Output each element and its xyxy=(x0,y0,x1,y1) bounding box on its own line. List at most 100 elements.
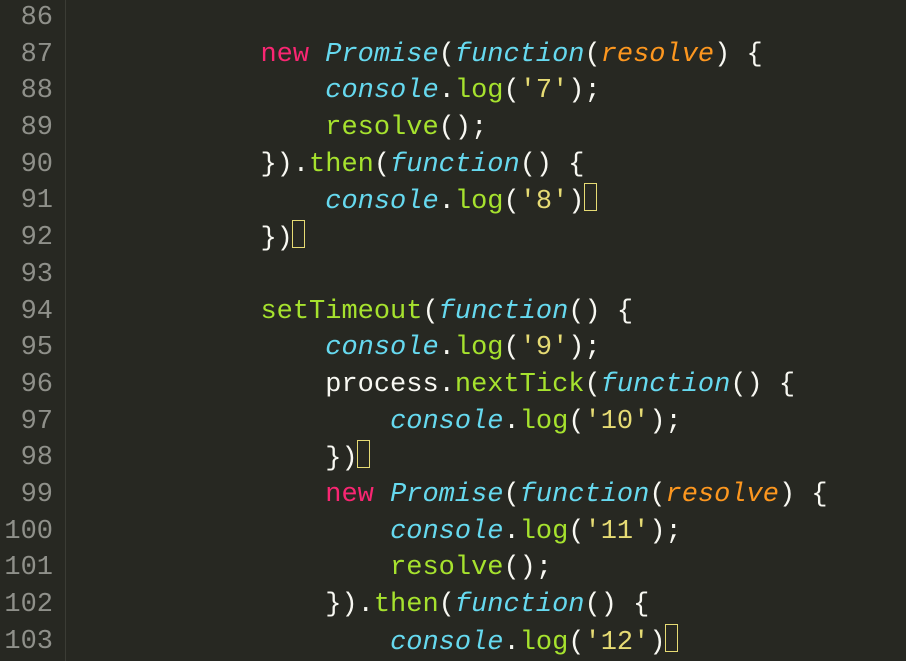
token-funcdecl: function xyxy=(439,297,569,327)
token-str: '7' xyxy=(520,76,569,106)
code-line[interactable]: }).then(function() { xyxy=(66,587,906,624)
token-plain: }) xyxy=(260,224,292,254)
token-plain: process. xyxy=(325,370,455,400)
token-obj: console xyxy=(390,628,503,658)
code-line[interactable]: }).then(function() { xyxy=(66,147,906,184)
code-editor[interactable]: 8687888990919293949596979899100101102103… xyxy=(0,0,906,661)
token-plain: ); xyxy=(649,407,681,437)
token-plain: . xyxy=(439,76,455,106)
line-number: 101 xyxy=(0,550,53,587)
token-call: log xyxy=(455,187,504,217)
line-number: 93 xyxy=(0,257,53,294)
token-plain: ( xyxy=(585,370,601,400)
token-param: resolve xyxy=(666,480,779,510)
token-sp xyxy=(374,480,390,510)
line-number: 102 xyxy=(0,587,53,624)
token-str: '11' xyxy=(585,517,650,547)
code-line[interactable]: resolve(); xyxy=(66,110,906,147)
token-class: Promise xyxy=(325,40,438,70)
line-number: 97 xyxy=(0,404,53,441)
line-number: 92 xyxy=(0,220,53,257)
token-plain: }) xyxy=(325,444,357,474)
token-param: resolve xyxy=(601,40,714,70)
token-funcdecl: function xyxy=(455,40,585,70)
code-line[interactable]: console.log('10'); xyxy=(66,404,906,441)
code-line[interactable]: console.log('8') xyxy=(66,183,906,220)
token-plain: ( xyxy=(374,150,390,180)
line-number-gutter: 8687888990919293949596979899100101102103 xyxy=(0,0,66,661)
token-plain: ( xyxy=(422,297,438,327)
token-call: resolve xyxy=(325,113,438,143)
token-plain: () { xyxy=(585,590,650,620)
token-plain: ( xyxy=(585,40,601,70)
code-line[interactable]: console.log('9'); xyxy=(66,330,906,367)
cursor-indicator xyxy=(357,440,370,468)
token-obj: console xyxy=(390,407,503,437)
token-plain: ); xyxy=(649,517,681,547)
cursor-indicator xyxy=(292,220,305,248)
code-line[interactable]: new Promise(function(resolve) { xyxy=(66,477,906,514)
code-line[interactable] xyxy=(66,0,906,37)
token-funcdecl: function xyxy=(601,370,731,400)
token-str: '9' xyxy=(520,333,569,363)
code-line[interactable]: setTimeout(function() { xyxy=(66,294,906,331)
token-call: setTimeout xyxy=(260,297,422,327)
token-plain: () { xyxy=(568,297,633,327)
token-funcdecl: function xyxy=(390,150,520,180)
code-line[interactable]: resolve(); xyxy=(66,550,906,587)
code-line[interactable]: }) xyxy=(66,220,906,257)
code-line[interactable]: console.log('7'); xyxy=(66,73,906,110)
token-kw: new xyxy=(260,40,309,70)
token-plain: ( xyxy=(503,480,519,510)
token-call: resolve xyxy=(390,553,503,583)
token-plain: ) { xyxy=(779,480,828,510)
line-number: 103 xyxy=(0,624,53,661)
token-obj: console xyxy=(390,517,503,547)
token-call: nextTick xyxy=(455,370,585,400)
code-line[interactable]: console.log('11'); xyxy=(66,514,906,551)
token-plain: (); xyxy=(503,553,552,583)
line-number: 94 xyxy=(0,294,53,331)
token-call: log xyxy=(520,517,569,547)
token-plain: . xyxy=(439,333,455,363)
token-plain: . xyxy=(439,187,455,217)
token-plain: }). xyxy=(325,590,374,620)
token-kw: new xyxy=(325,480,374,510)
code-line[interactable] xyxy=(66,257,906,294)
token-plain: ( xyxy=(503,333,519,363)
code-line[interactable]: new Promise(function(resolve) { xyxy=(66,37,906,74)
line-number: 87 xyxy=(0,37,53,74)
token-plain: ( xyxy=(568,407,584,437)
token-plain: ) xyxy=(649,628,665,658)
token-plain: }). xyxy=(260,150,309,180)
token-call: log xyxy=(455,333,504,363)
code-line[interactable]: process.nextTick(function() { xyxy=(66,367,906,404)
token-sp xyxy=(309,40,325,70)
line-number: 95 xyxy=(0,330,53,367)
token-call: then xyxy=(309,150,374,180)
token-plain: . xyxy=(503,407,519,437)
code-area[interactable]: new Promise(function(resolve) { console.… xyxy=(66,0,906,661)
token-plain: . xyxy=(503,517,519,547)
token-obj: console xyxy=(325,76,438,106)
token-plain: ); xyxy=(568,333,600,363)
line-number: 88 xyxy=(0,73,53,110)
token-plain: (); xyxy=(439,113,488,143)
token-plain: ( xyxy=(649,480,665,510)
cursor-indicator xyxy=(665,624,678,652)
token-plain: ( xyxy=(503,187,519,217)
token-call: log xyxy=(520,628,569,658)
token-plain: ( xyxy=(439,590,455,620)
token-plain: () { xyxy=(520,150,585,180)
token-plain: ( xyxy=(568,517,584,547)
line-number: 89 xyxy=(0,110,53,147)
code-line[interactable]: console.log('12') xyxy=(66,624,906,661)
line-number: 100 xyxy=(0,514,53,551)
token-class: Promise xyxy=(390,480,503,510)
token-plain: () { xyxy=(730,370,795,400)
token-obj: console xyxy=(325,187,438,217)
token-plain: ) { xyxy=(714,40,763,70)
token-plain: ( xyxy=(568,628,584,658)
code-line[interactable]: }) xyxy=(66,440,906,477)
token-call: then xyxy=(374,590,439,620)
